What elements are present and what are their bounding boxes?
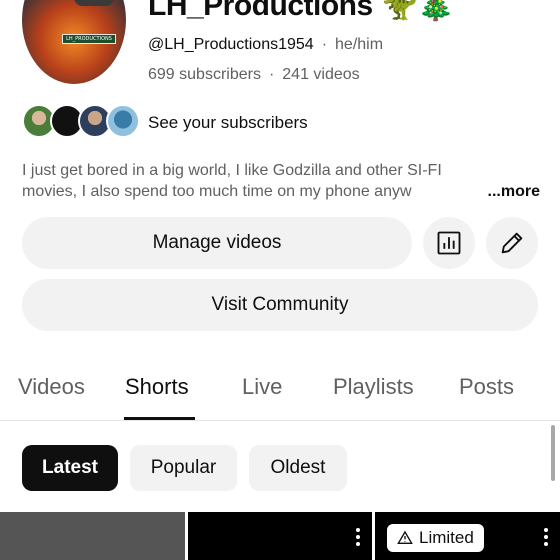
active-tab-indicator — [124, 417, 195, 420]
see-subscribers-link[interactable]: See your subscribers — [148, 113, 308, 133]
avatar-banner: LH_PRODUCTIONS — [62, 34, 116, 44]
bio-line: I just get bored in a big world, I like … — [22, 162, 442, 179]
channel-stats: 699 subscribers · 241 videos — [148, 66, 360, 84]
channel-avatar[interactable]: LH_PRODUCTIONS — [22, 0, 126, 84]
analytics-chart-icon — [437, 231, 461, 255]
channel-description[interactable]: I just get bored in a big world, I like … — [22, 160, 540, 202]
separator-dot: · — [321, 36, 328, 53]
handle-row: @LH_Productions1954 · he/him — [148, 36, 383, 54]
channel-tabs: Videos Shorts Live Playlists Posts — [0, 360, 560, 421]
tab-posts[interactable]: Posts — [459, 374, 514, 400]
short-thumbnail[interactable]: Limited — [375, 512, 560, 560]
warning-triangle-icon — [397, 530, 413, 544]
more-link[interactable]: ...more — [488, 181, 540, 202]
short-thumbnail[interactable] — [188, 512, 372, 560]
pencil-edit-icon — [501, 232, 523, 254]
manage-videos-button[interactable]: Manage videos — [22, 217, 412, 269]
bio-line: movies, I also spend too much time on my… — [22, 183, 412, 200]
video-count: 241 videos — [282, 66, 360, 83]
tab-shorts[interactable]: Shorts — [125, 374, 189, 400]
subscriber-count: 699 subscribers — [148, 66, 261, 83]
scrollbar[interactable] — [551, 425, 555, 481]
tab-playlists[interactable]: Playlists — [333, 374, 414, 400]
tab-live[interactable]: Live — [242, 374, 282, 400]
channel-handle: @LH_Productions1954 — [148, 36, 314, 53]
filter-popular-chip[interactable]: Popular — [130, 445, 237, 491]
filter-oldest-chip[interactable]: Oldest — [249, 445, 347, 491]
pronouns: he/him — [335, 36, 384, 53]
channel-name: LH_Productions 🦖🎄 — [148, 0, 455, 22]
bio-line-with-more: movies, I also spend too much time on my… — [22, 181, 540, 202]
subscriber-avatars[interactable] — [22, 104, 140, 140]
godzilla-figure-image — [74, 0, 114, 6]
short-thumbnail[interactable] — [0, 512, 185, 560]
filter-latest-chip[interactable]: Latest — [22, 445, 118, 491]
subscriber-avatar — [106, 104, 140, 138]
visit-community-button[interactable]: Visit Community — [22, 279, 538, 331]
tab-videos[interactable]: Videos — [18, 374, 85, 400]
more-options-icon[interactable] — [544, 528, 548, 549]
limited-label: Limited — [419, 528, 474, 547]
analytics-button[interactable] — [423, 217, 475, 269]
edit-channel-button[interactable] — [486, 217, 538, 269]
separator-dot: · — [268, 66, 275, 83]
limited-badge: Limited — [387, 524, 484, 552]
more-options-icon[interactable] — [356, 528, 360, 549]
